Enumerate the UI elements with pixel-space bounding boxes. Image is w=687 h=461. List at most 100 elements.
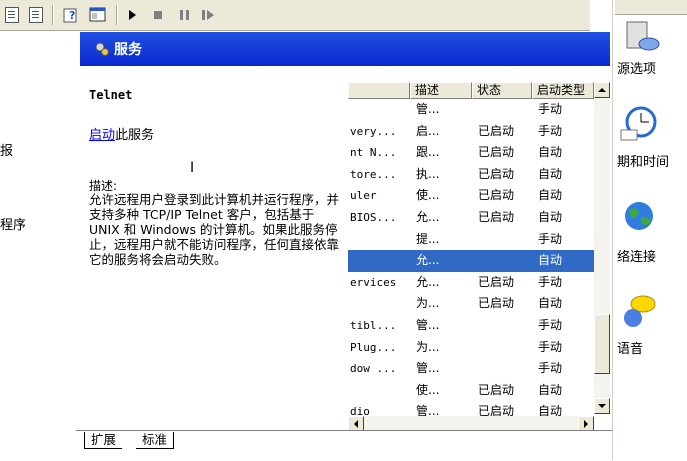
- row-description: 跟...: [416, 145, 440, 160]
- left-tree-pane: 报 程序: [0, 31, 76, 431]
- row-startup-type: 手动: [538, 231, 563, 246]
- services-header: 服务: [80, 32, 610, 66]
- row-name: Plug...: [350, 340, 397, 354]
- table-row[interactable]: dow ... 管... 手动: [348, 358, 594, 380]
- scroll-thumb[interactable]: [594, 314, 610, 374]
- row-name: dow ...: [350, 362, 397, 376]
- services-title: 服务: [114, 42, 142, 58]
- start-service-link[interactable]: 启动: [89, 128, 115, 143]
- toolbar-separator: [116, 5, 118, 25]
- row-description: 启...: [416, 123, 440, 138]
- help-icon[interactable]: ?: [62, 5, 82, 25]
- row-name: ervices: [350, 275, 397, 289]
- table-row[interactable]: 管... 手动: [348, 99, 594, 121]
- service-list[interactable]: 描述 状态 启动类型 管... 手动 very... 启... 已启动 手动 nt N...…: [348, 66, 610, 432]
- table-row[interactable]: uler 使... 已启动 自动: [348, 185, 594, 207]
- row-status: 已启动: [478, 123, 515, 138]
- row-description: 允...: [416, 209, 440, 224]
- row-description: 为...: [416, 296, 440, 311]
- row-startup-type: 手动: [538, 317, 563, 332]
- column-header-startup-type[interactable]: 启动类型: [532, 82, 594, 99]
- column-header-description[interactable]: 描述: [410, 82, 472, 99]
- row-name: nt N...: [350, 146, 397, 160]
- row-startup-type: 自动: [538, 382, 563, 397]
- row-status: 已启动: [478, 296, 515, 311]
- list-rows: 管... 手动 very... 启... 已启动 手动 nt N... 跟... 已启动 自动 to…: [348, 99, 594, 423]
- scroll-up-button[interactable]: [594, 82, 610, 98]
- arrow-left-icon: [354, 420, 358, 428]
- row-description: 提...: [416, 231, 440, 246]
- row-description: 为...: [416, 339, 440, 354]
- table-row[interactable]: 提... 手动: [348, 229, 594, 251]
- row-description: 使...: [416, 188, 440, 203]
- properties-icon[interactable]: [88, 5, 108, 25]
- row-startup-type: 手动: [538, 102, 563, 116]
- clock-icon[interactable]: [619, 104, 659, 144]
- column-header-name[interactable]: [348, 82, 410, 99]
- row-status: 已启动: [478, 145, 515, 160]
- cp-item-label[interactable]: 络连接: [617, 246, 656, 265]
- selected-service-name: Telnet: [89, 88, 133, 102]
- table-row[interactable]: ervices 允... 已启动 手动: [348, 272, 594, 294]
- text-cursor-icon: I: [190, 160, 195, 176]
- row-description: 允...: [416, 274, 440, 289]
- refresh-icon[interactable]: [2, 5, 22, 25]
- pause-service-icon[interactable]: [174, 5, 194, 25]
- row-name: very...: [350, 124, 397, 138]
- row-name: BIOS...: [350, 210, 397, 224]
- start-service-icon[interactable]: [122, 5, 142, 25]
- row-startup-type: 自动: [538, 253, 563, 268]
- row-startup-type: 自动: [538, 296, 563, 311]
- row-name: uler: [350, 189, 377, 203]
- scroll-down-button[interactable]: [594, 398, 610, 414]
- list-header: 描述 状态 启动类型: [348, 82, 594, 99]
- toolbar-separator: [52, 5, 54, 25]
- row-status: 已启动: [478, 209, 515, 224]
- row-description: 使...: [416, 382, 440, 397]
- tree-item[interactable]: 程序: [0, 214, 26, 233]
- cp-item-label[interactable]: 期和时间: [617, 151, 669, 170]
- table-row[interactable]: tibl... 管... 手动: [348, 315, 594, 337]
- row-status: 已启动: [478, 382, 515, 397]
- table-row[interactable]: nt N... 跟... 已启动 自动: [348, 142, 594, 164]
- view-tabs: 扩展 标准: [76, 430, 612, 461]
- table-row[interactable]: 使... 已启动 自动: [348, 380, 594, 402]
- export-list-icon[interactable]: [26, 5, 46, 25]
- column-header-status[interactable]: 状态: [472, 82, 532, 99]
- row-startup-type: 手动: [538, 274, 563, 289]
- table-row[interactable]: tore... 执... 已启动 自动: [348, 164, 594, 186]
- arrow-down-icon: [598, 404, 606, 408]
- globe-icon[interactable]: [619, 198, 659, 238]
- start-service-suffix: 此服务: [115, 128, 155, 143]
- row-status: 已启动: [478, 188, 515, 203]
- toolbar: ?: [0, 0, 590, 31]
- row-startup-type: 手动: [538, 123, 563, 138]
- cp-item-label[interactable]: 语音: [617, 338, 643, 357]
- tree-item[interactable]: 报: [0, 140, 13, 159]
- tab-extended[interactable]: 扩展: [84, 432, 123, 449]
- row-startup-type: 手动: [538, 361, 563, 376]
- row-description: 管...: [416, 317, 440, 332]
- stop-service-icon[interactable]: [148, 5, 168, 25]
- restart-service-icon[interactable]: [200, 5, 220, 25]
- speech-icon[interactable]: [619, 292, 659, 332]
- table-row[interactable]: BIOS... 允... 已启动 自动: [348, 207, 594, 229]
- row-description: 管...: [416, 361, 440, 376]
- vertical-scrollbar[interactable]: [594, 82, 610, 414]
- svg-text:?: ?: [69, 9, 75, 22]
- row-status: 已启动: [478, 274, 515, 289]
- tab-standard[interactable]: 标准: [136, 432, 175, 449]
- table-row[interactable]: Plug... 为... 手动: [348, 337, 594, 359]
- table-row[interactable]: 为... 已启动 自动: [348, 293, 594, 315]
- row-name: tibl...: [350, 318, 397, 332]
- row-startup-type: 手动: [538, 339, 563, 354]
- table-row[interactable]: 允... 自动: [348, 250, 594, 272]
- data-sources-icon[interactable]: [623, 18, 663, 58]
- table-row[interactable]: very... 启... 已启动 手动: [348, 121, 594, 143]
- cp-item-label[interactable]: 源选项: [617, 58, 656, 77]
- panel-toolbar: [615, 0, 687, 15]
- description-text: 允许远程用户登录到此计算机并运行程序，并支持多种 TCP/IP Telnet 客…: [89, 192, 340, 267]
- start-service-line: 启动此服务: [89, 124, 154, 143]
- row-status: 已启动: [478, 166, 515, 181]
- row-description: 管...: [416, 102, 440, 116]
